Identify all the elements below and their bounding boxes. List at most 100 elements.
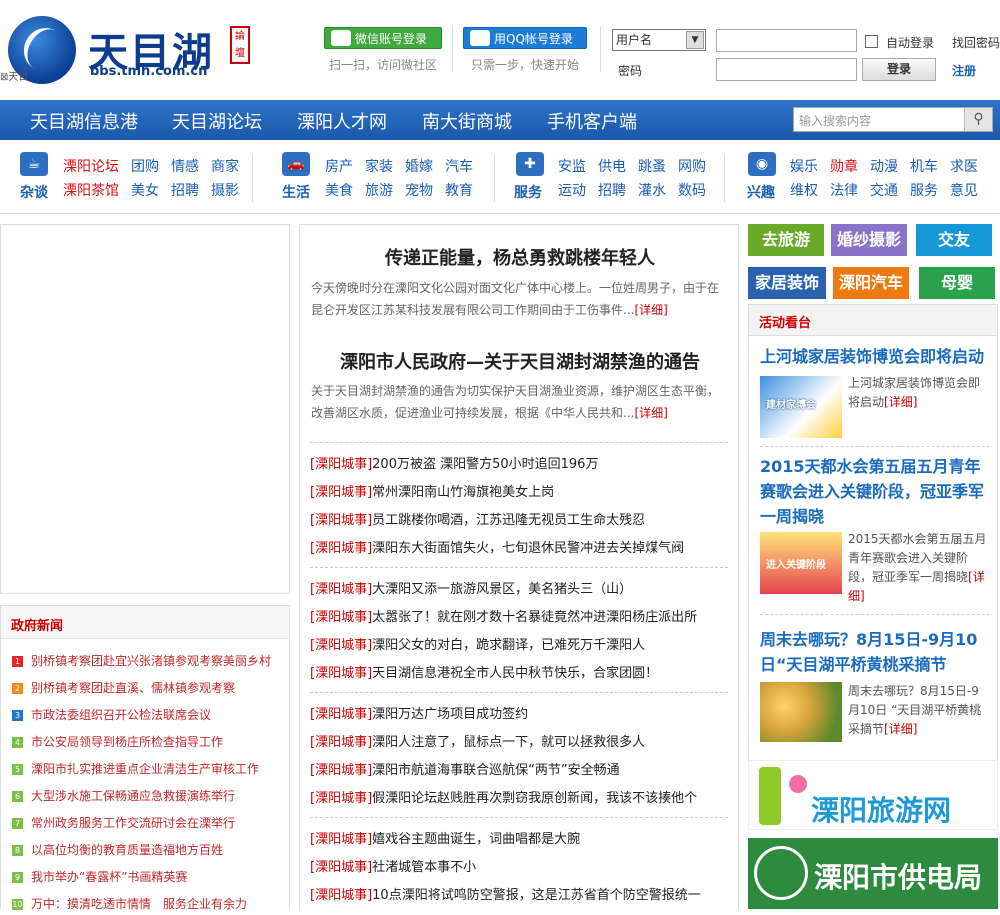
- category-link[interactable]: 汽车: [445, 156, 473, 176]
- category-link[interactable]: 维权: [790, 180, 818, 200]
- category-link[interactable]: 数码: [678, 180, 706, 200]
- category-link[interactable]: 求医: [950, 156, 978, 176]
- list-item[interactable]: 9 我市举办“春露杯”书画精英赛: [12, 868, 187, 888]
- wechat-login-button[interactable]: 微信账号登录: [324, 27, 442, 49]
- list-item[interactable]: 2 别桥镇考察团赴直溪、儒林镇参观考察: [12, 679, 235, 699]
- category-link[interactable]: 意见: [950, 180, 978, 200]
- category-link[interactable]: 房产: [325, 156, 353, 176]
- password-input[interactable]: [716, 58, 857, 81]
- search-icon[interactable]: ⚲: [964, 108, 992, 131]
- category-link[interactable]: 机车: [910, 156, 938, 176]
- category-link[interactable]: 招聘: [598, 180, 626, 200]
- qq-login-button[interactable]: 用QQ帐号登录: [463, 27, 587, 49]
- category-link[interactable]: 灌水: [638, 180, 666, 200]
- search-input[interactable]: 输入搜索内容 ⚲: [793, 107, 993, 132]
- login-button[interactable]: 登录: [862, 58, 936, 81]
- news-item[interactable]: [溧阳城事]10点溧阳将试鸣防空警报，这是江苏省首个防空警报统一: [310, 884, 730, 903]
- category-link[interactable]: 商家: [211, 156, 239, 176]
- more-link[interactable]: [详细]: [634, 406, 667, 420]
- news-item[interactable]: [溧阳城事]溧阳万达广场项目成功签约: [310, 703, 730, 722]
- list-item[interactable]: 8 以高位均衡的教育质量造福地方百姓: [12, 841, 223, 861]
- tile-dating[interactable]: 交友: [916, 224, 992, 256]
- category-link[interactable]: 旅游: [365, 180, 393, 200]
- headline[interactable]: 溧阳市人民政府—关于天目湖封湖禁渔的通告: [300, 348, 740, 374]
- headline-summary: 今天傍晚时分在溧阳文化公园对面文化广体中心楼上。一位姓周男子，由于在昆仑开发区江…: [311, 281, 720, 317]
- tile-wedding-photo[interactable]: 婚纱摄影: [831, 224, 907, 256]
- news-item[interactable]: [溧阳城事]200万被盗 溧阳警方50小时追回196万: [310, 453, 730, 472]
- find-password-link[interactable]: 找回密码: [952, 34, 1000, 51]
- list-item[interactable]: 6 大型涉水施工保畅通应急救援演练举行: [12, 787, 235, 807]
- news-item[interactable]: [溧阳城事]溧阳人注意了，鼠标点一下，就可以拯救很多人: [310, 731, 730, 750]
- tile-baby[interactable]: 母婴: [919, 267, 995, 299]
- nav-item-forum[interactable]: 天目湖论坛: [172, 108, 262, 134]
- category-link[interactable]: 教育: [445, 180, 473, 200]
- tile-travel[interactable]: 去旅游: [748, 224, 824, 256]
- category-name[interactable]: 兴趣: [747, 182, 775, 202]
- username-input[interactable]: [716, 29, 857, 52]
- news-item[interactable]: [溧阳城事]太嚣张了！就在刚才数十名暴徒竟然冲进溧阳杨庄派出所: [310, 606, 730, 625]
- list-item[interactable]: 1 别桥镇考察团赴宜兴张渚镇参观考察美丽乡村: [12, 652, 271, 672]
- news-item[interactable]: [溧阳城事]常州溧阳南山竹海旗袍美女上岗: [310, 481, 730, 500]
- news-item[interactable]: [溧阳城事]员工跳楼你喝酒，江苏迅隆无视员工生命太残忍: [310, 509, 730, 528]
- category-link[interactable]: 法律: [830, 180, 858, 200]
- category-link[interactable]: 摄影: [211, 180, 239, 200]
- category-link[interactable]: 运动: [558, 180, 586, 200]
- activity-title[interactable]: 2015天都水会第五届五月青年赛歌会进入关键阶段，冠亚季军一周揭晓: [760, 454, 990, 529]
- list-item[interactable]: 10 万中：摸清吃透市情情 服务企业有余力: [12, 895, 247, 915]
- category-link[interactable]: 家装: [365, 156, 393, 176]
- list-item[interactable]: 5 溧阳市扎实推进重点企业清洁生产审核工作: [12, 760, 259, 780]
- list-item[interactable]: 4 市公安局领导到杨庄所检查指导工作: [12, 733, 223, 753]
- news-item[interactable]: [溧阳城事]假溧阳论坛赵贱胜再次剽窃我原创新闻，我该不该揍他个: [310, 787, 730, 806]
- category-link[interactable]: 溧阳茶馆: [63, 180, 119, 200]
- category-link[interactable]: 网购: [678, 156, 706, 176]
- list-item[interactable]: 7 常州政务服务工作交流研讨会在溧举行: [12, 814, 235, 834]
- activity-title[interactable]: 周末去哪玩？8月15日-9月10日“天目湖平桥黄桃采摘节: [760, 627, 990, 677]
- category-link[interactable]: 安监: [558, 156, 586, 176]
- auto-login-checkbox[interactable]: [865, 35, 878, 48]
- news-item[interactable]: [溧阳城事]溧阳父女的对白，跪求翻译，已难死万千溧阳人: [310, 634, 730, 653]
- category-link[interactable]: 服务: [910, 180, 938, 200]
- username-select[interactable]: 用户名 ▼: [612, 29, 706, 51]
- news-item[interactable]: [溧阳城事]天目湖信息港祝全市人民中秋节快乐，合家团圆！: [310, 662, 730, 681]
- category-name[interactable]: 服务: [514, 182, 542, 202]
- news-item[interactable]: [溧阳城事]大溧阳又添一旅游风景区，美名猪头三（山）: [310, 578, 730, 597]
- activity-title[interactable]: 上河城家居装饰博览会即将启动: [760, 344, 990, 369]
- category-link[interactable]: 团购: [131, 156, 159, 176]
- category-link[interactable]: 娱乐: [790, 156, 818, 176]
- nav-item-info-port[interactable]: 天目湖信息港: [30, 108, 138, 134]
- activity-image[interactable]: [760, 682, 842, 742]
- nav-item-mall[interactable]: 南大街商城: [422, 108, 512, 134]
- category-link[interactable]: 动漫: [870, 156, 898, 176]
- news-item[interactable]: [溧阳城事]溧阳市航道海事联合巡航保“两节”安全畅通: [310, 759, 730, 778]
- activity-image[interactable]: 进入关键阶段: [760, 532, 842, 594]
- more-link[interactable]: [详细]: [884, 395, 917, 409]
- more-link[interactable]: [详细]: [634, 303, 667, 317]
- category-link[interactable]: 宠物: [405, 180, 433, 200]
- category-link[interactable]: 美女: [131, 180, 159, 200]
- category-link[interactable]: 情感: [171, 156, 199, 176]
- category-name[interactable]: 生活: [282, 182, 310, 202]
- more-link[interactable]: [详细]: [884, 722, 917, 736]
- category-link[interactable]: 勋章: [830, 156, 858, 176]
- nav-item-mobile[interactable]: 手机客户端: [547, 108, 637, 134]
- banner-power-bureau[interactable]: 溧阳市供电局: [748, 838, 998, 909]
- category-link[interactable]: 跳蚤: [638, 156, 666, 176]
- tile-cars[interactable]: 溧阳汽车: [833, 267, 909, 299]
- list-item[interactable]: 3 市政法委组织召开公检法联席会议: [12, 706, 211, 726]
- headline[interactable]: 传递正能量，杨总勇救跳楼年轻人: [300, 244, 740, 270]
- news-item[interactable]: [溧阳城事]溧阳东大街面馆失火，七旬退休民警冲进去关掉煤气阀: [310, 537, 730, 556]
- category-link[interactable]: 婚嫁: [405, 156, 433, 176]
- tile-home-decor[interactable]: 家居装饰: [748, 267, 826, 299]
- category-link[interactable]: 美食: [325, 180, 353, 200]
- category-link[interactable]: 交通: [870, 180, 898, 200]
- category-link[interactable]: 供电: [598, 156, 626, 176]
- category-name[interactable]: 杂谈: [20, 182, 48, 202]
- nav-item-talent[interactable]: 溧阳人才网: [297, 108, 387, 134]
- news-item[interactable]: [溧阳城事]嬉戏谷主题曲诞生，词曲唱都是大腕: [310, 828, 730, 847]
- banner-tourism[interactable]: 溧阳旅游网: [748, 760, 998, 830]
- news-item[interactable]: [溧阳城事]社渚城管本事不小: [310, 856, 730, 875]
- activity-image[interactable]: 建材家博会: [760, 376, 842, 438]
- category-link[interactable]: 招聘: [171, 180, 199, 200]
- category-link[interactable]: 溧阳论坛: [63, 156, 119, 176]
- register-link[interactable]: 注册: [952, 62, 976, 79]
